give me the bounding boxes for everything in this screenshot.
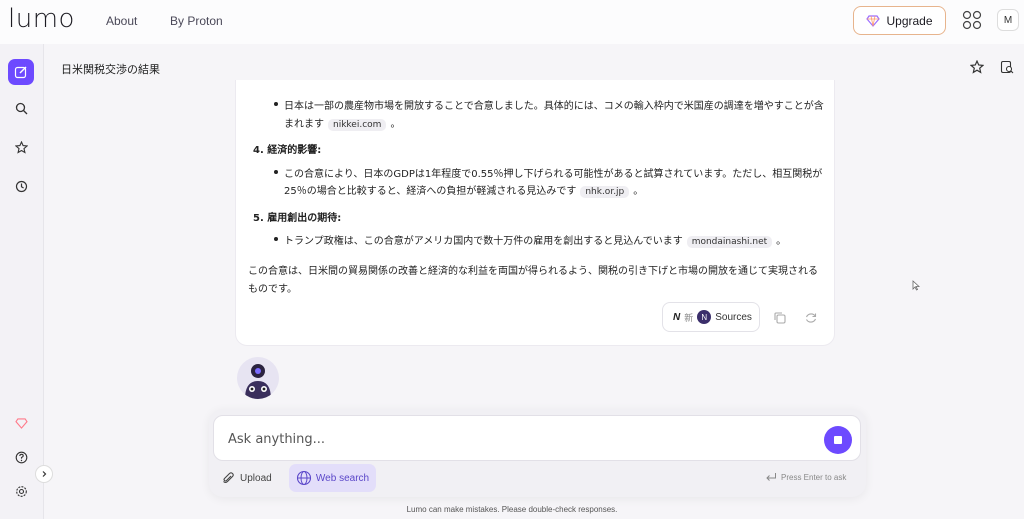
disclaimer: Lumo can make mistakes. Please double-ch… — [406, 505, 618, 514]
message-text: 25％の場合と比較すると、経済への負担が軽減される見込みです — [284, 186, 577, 197]
assistant-message: 日本は一部の農産物市場を開放することで合意しました。具体的には、コメの輸入枠内で… — [235, 80, 835, 346]
help-button[interactable] — [8, 444, 34, 470]
sources-label: Sources — [715, 311, 752, 323]
press-enter-text: Press Enter to ask — [781, 472, 847, 482]
settings-button[interactable] — [8, 478, 34, 504]
bullet — [274, 170, 278, 174]
help-icon — [15, 451, 27, 463]
summary-text: この合意は、日米間の貿易関係の改善と経済的な利益を両国が得られるよう、関税の引き… — [248, 266, 818, 277]
doc-search-icon[interactable] — [1000, 60, 1014, 74]
diamond-icon — [866, 14, 881, 27]
new-chat-button[interactable] — [8, 59, 34, 85]
message-text-line: まれます nikkei.com。 — [284, 115, 400, 131]
message-text-line: 25％の場合と比較すると、経済への負担が軽減される見込みです nhk.or.jp。 — [284, 182, 643, 198]
message-text: 。 — [633, 186, 644, 197]
paperclip-icon — [223, 472, 234, 484]
nav-by-proton[interactable]: By Proton — [170, 14, 223, 28]
web-search-label: Web search — [315, 472, 370, 484]
gear-icon — [15, 485, 27, 497]
history-icon — [15, 180, 27, 192]
enter-icon — [766, 473, 776, 481]
source-chip-nikkei[interactable]: nikkei.com — [328, 119, 387, 131]
edit-icon — [14, 66, 27, 79]
mouse-cursor-icon — [912, 280, 920, 291]
history-button[interactable] — [8, 173, 34, 199]
lumo-logo[interactable]: lumo — [8, 4, 75, 34]
list-heading-5: 5. 雇用創出の期待: — [253, 213, 342, 224]
message-text: この合意により、日本のGDPは1年程度で0.55％押し下げられる可能性があると試… — [284, 169, 823, 180]
apps-grid-icon[interactable] — [962, 10, 982, 30]
source-chip-nhk[interactable]: nhk.or.jp — [580, 186, 630, 198]
upgrade-side-button[interactable] — [8, 410, 34, 436]
prompt-box — [213, 415, 861, 461]
bullet — [274, 237, 278, 241]
search-icon — [15, 102, 27, 114]
upload-button[interactable]: Upload — [221, 467, 272, 489]
lumo-cat-icon — [245, 364, 271, 399]
summary-text: ものです。 — [248, 284, 297, 295]
source-logo-jp: 新 — [684, 312, 694, 323]
list-heading-4: 4. 経済的影響: — [253, 145, 322, 156]
expand-sidebar-button[interactable] — [35, 465, 53, 483]
user-avatar[interactable]: M — [997, 9, 1019, 31]
message-text: 日本は一部の農産物市場を開放することで合意しました。具体的には、コメの輸入枠内で… — [284, 101, 824, 112]
message-text: 。 — [390, 119, 401, 130]
stop-icon — [834, 436, 842, 444]
top-bar: lumo About By Proton Upgrade M — [0, 0, 1024, 44]
bullet — [274, 102, 278, 106]
copy-icon[interactable] — [773, 311, 787, 325]
diamond-icon — [14, 417, 28, 429]
upload-label: Upload — [240, 472, 272, 484]
favorites-button[interactable] — [8, 134, 34, 160]
composer: Upload Web search Press Enter to ask — [209, 409, 866, 497]
favorite-star-icon[interactable] — [970, 60, 984, 74]
message-text-line: トランプ政権は、この合意がアメリカ国内で数十万件の雇用を創出すると見込んでいます… — [284, 232, 786, 248]
message-text: まれます — [284, 119, 324, 130]
source-chip-mondainashi[interactable]: mondainashi.net — [686, 236, 773, 248]
upgrade-button[interactable]: Upgrade — [853, 6, 946, 35]
sources-button[interactable]: N 新 N Sources — [662, 302, 760, 332]
star-icon — [14, 140, 28, 154]
search-button[interactable] — [8, 95, 34, 121]
stop-button[interactable] — [824, 426, 852, 454]
message-text: 。 — [776, 236, 787, 247]
lumo-avatar — [237, 357, 279, 399]
message-text: トランプ政権は、この合意がアメリカ国内で数十万件の雇用を創出すると見込んでいます — [284, 236, 683, 247]
source-avatar: N — [697, 310, 712, 324]
source-logo: N — [673, 311, 681, 323]
chevron-right-icon — [42, 471, 47, 477]
globe-icon — [296, 470, 311, 486]
sidebar — [0, 44, 44, 519]
upgrade-label: Upgrade — [886, 13, 933, 28]
web-search-toggle[interactable]: Web search — [289, 464, 376, 492]
nav-about[interactable]: About — [106, 14, 137, 28]
chat-title: 日米関税交渉の結果 — [61, 63, 160, 76]
prompt-input[interactable] — [228, 429, 808, 449]
press-enter-hint: Press Enter to ask — [765, 472, 846, 482]
regenerate-icon[interactable] — [804, 311, 818, 325]
